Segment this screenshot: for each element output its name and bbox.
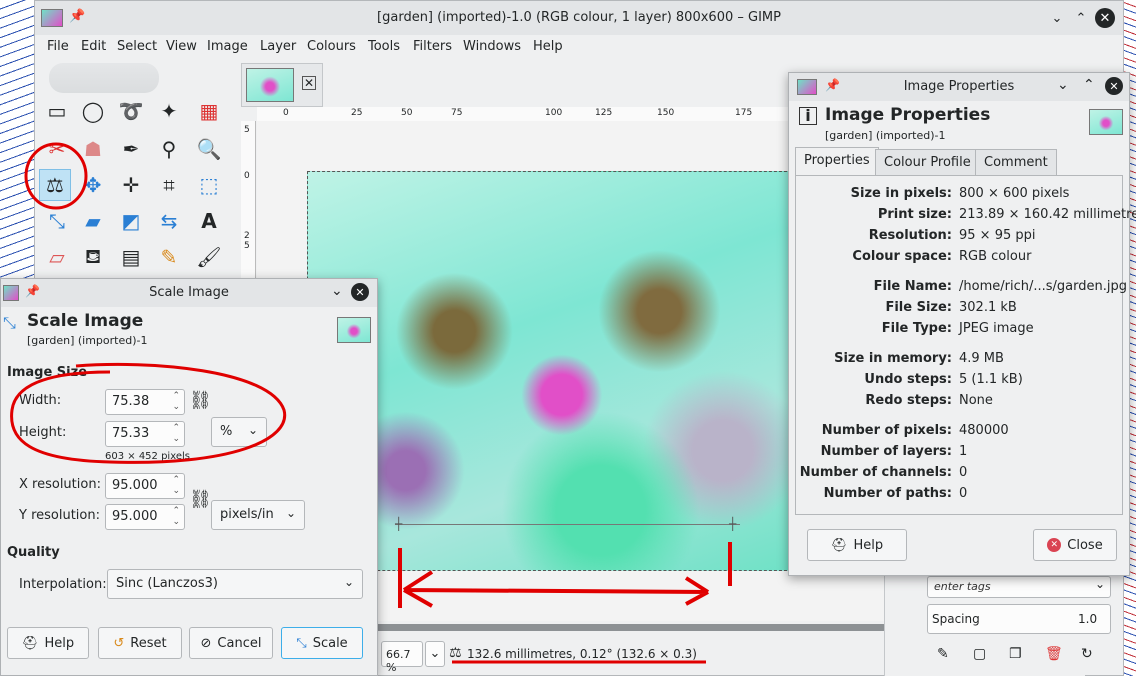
annotation-measure-tool-circle	[24, 142, 88, 210]
red-annotations	[10, 142, 732, 664]
annotation-double-arrow	[402, 570, 710, 608]
annotation-size-fields-loop	[10, 362, 287, 464]
